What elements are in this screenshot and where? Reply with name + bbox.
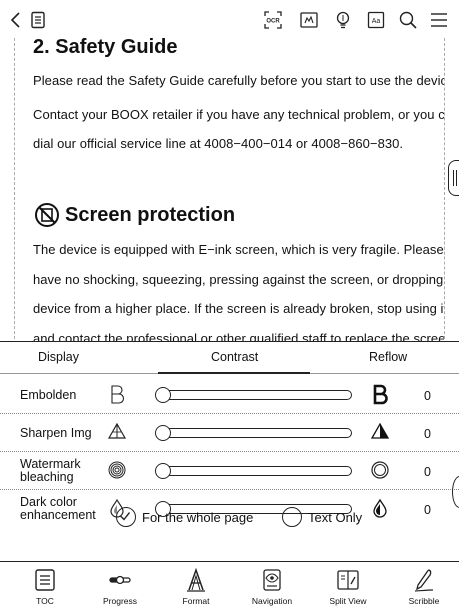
dark-color-label: Dark color enhancement bbox=[20, 495, 96, 522]
toc-icon bbox=[35, 569, 55, 591]
sharpen-light-icon bbox=[107, 422, 127, 439]
split-view-button[interactable]: Split View bbox=[313, 566, 383, 606]
paragraph-line: have no shocking, squeezing, pressing ag… bbox=[33, 272, 445, 287]
navigation-icon bbox=[263, 569, 281, 591]
watermark-value: 0 bbox=[424, 465, 431, 479]
embolden-bold-icon bbox=[373, 384, 388, 405]
paragraph-line: device from a higher place. If the scree… bbox=[33, 301, 445, 316]
svg-text:OCR: OCR bbox=[266, 19, 280, 25]
embolden-light-icon bbox=[111, 385, 125, 404]
tab-contrast[interactable]: Contrast bbox=[211, 350, 258, 364]
tab-reflow[interactable]: Reflow bbox=[369, 350, 407, 364]
embolden-label: Embolden bbox=[20, 388, 77, 402]
dark-color-value: 0 bbox=[424, 503, 431, 517]
touch-icon[interactable] bbox=[299, 10, 319, 30]
tab-display[interactable]: Display bbox=[38, 350, 79, 364]
drop-dark-icon bbox=[373, 498, 387, 518]
watermark-slider-track[interactable] bbox=[158, 466, 352, 476]
format-icon bbox=[187, 568, 205, 592]
page-title: 2. Safety Guide bbox=[33, 38, 178, 58]
navigation-button[interactable]: Navigation bbox=[237, 566, 307, 606]
back-icon[interactable] bbox=[6, 10, 26, 30]
sharpen-img-value: 0 bbox=[424, 427, 431, 441]
sharpen-img-row: Sharpen Img 0 bbox=[0, 413, 459, 451]
embolden-slider-knob[interactable] bbox=[155, 387, 171, 403]
sharpen-img-slider-track[interactable] bbox=[158, 428, 352, 438]
bottom-toolbar: TOC Progress Format Navigation Split Vie… bbox=[0, 561, 459, 613]
scribble-button[interactable]: Scribble bbox=[389, 566, 459, 606]
watermark-bleaching-row: Watermark bleaching 0 bbox=[0, 451, 459, 489]
ocr-icon[interactable]: OCR bbox=[263, 10, 283, 30]
toc-label: TOC bbox=[36, 596, 54, 606]
text-only-option[interactable]: Text Only bbox=[282, 507, 362, 527]
sharpen-img-label: Sharpen Img bbox=[20, 426, 92, 440]
watermark-pattern-icon bbox=[108, 461, 126, 479]
side-drawer-handle[interactable] bbox=[448, 160, 459, 196]
progress-icon bbox=[109, 575, 131, 585]
scribble-icon bbox=[414, 569, 434, 592]
radio-unchecked-icon bbox=[282, 507, 302, 527]
svg-text:Aa: Aa bbox=[372, 18, 381, 25]
embolden-value: 0 bbox=[424, 389, 431, 403]
search-icon[interactable] bbox=[398, 10, 418, 30]
split-view-icon bbox=[337, 570, 359, 590]
embolden-row: Embolden 0 bbox=[0, 375, 459, 413]
checkmark-icon bbox=[116, 507, 136, 527]
no-pressure-icon bbox=[35, 203, 59, 227]
document-icon[interactable] bbox=[28, 10, 48, 30]
section-heading-text: Screen protection bbox=[65, 203, 236, 226]
scribble-label: Scribble bbox=[408, 596, 440, 606]
whole-page-label: For the whole page bbox=[142, 509, 254, 525]
font-icon[interactable]: Aa bbox=[366, 10, 386, 30]
embolden-slider-track[interactable] bbox=[158, 390, 352, 400]
bulb-icon[interactable] bbox=[333, 10, 353, 30]
top-toolbar: OCR Aa bbox=[0, 0, 459, 38]
sharpen-dark-icon bbox=[370, 422, 390, 439]
watermark-slider-knob[interactable] bbox=[155, 463, 171, 479]
paragraph-line: The device is equipped with E−ink screen… bbox=[33, 242, 444, 257]
reading-page[interactable]: 2. Safety Guide Please read the Safety G… bbox=[14, 38, 445, 344]
whole-page-option[interactable]: For the whole page bbox=[116, 507, 253, 527]
split-view-label: Split View bbox=[329, 596, 367, 606]
progress-label: Progress bbox=[102, 596, 137, 606]
format-button[interactable]: Format bbox=[161, 566, 231, 606]
text-only-label: Text Only bbox=[308, 509, 363, 525]
format-panel: Display Contrast Reflow Embolden 0 Sharp… bbox=[0, 341, 459, 562]
menu-icon[interactable] bbox=[429, 10, 449, 30]
watermark-clear-icon bbox=[371, 461, 389, 479]
toc-button[interactable]: TOC bbox=[10, 566, 80, 606]
active-tab-indicator bbox=[158, 372, 310, 374]
progress-button[interactable]: Progress bbox=[85, 566, 155, 606]
paragraph-line: dial our official service line at 4008−4… bbox=[33, 136, 404, 151]
section-heading: Screen protection bbox=[33, 201, 235, 229]
format-label: Format bbox=[182, 596, 210, 606]
paragraph-line: Contact your BOOX retailer if you have a… bbox=[33, 107, 445, 122]
sharpen-img-slider-knob[interactable] bbox=[155, 425, 171, 441]
navigation-label: Navigation bbox=[251, 596, 293, 606]
watermark-bleaching-label: Watermark bleaching bbox=[20, 457, 81, 484]
paragraph-line: Please read the Safety Guide carefully b… bbox=[33, 73, 445, 88]
